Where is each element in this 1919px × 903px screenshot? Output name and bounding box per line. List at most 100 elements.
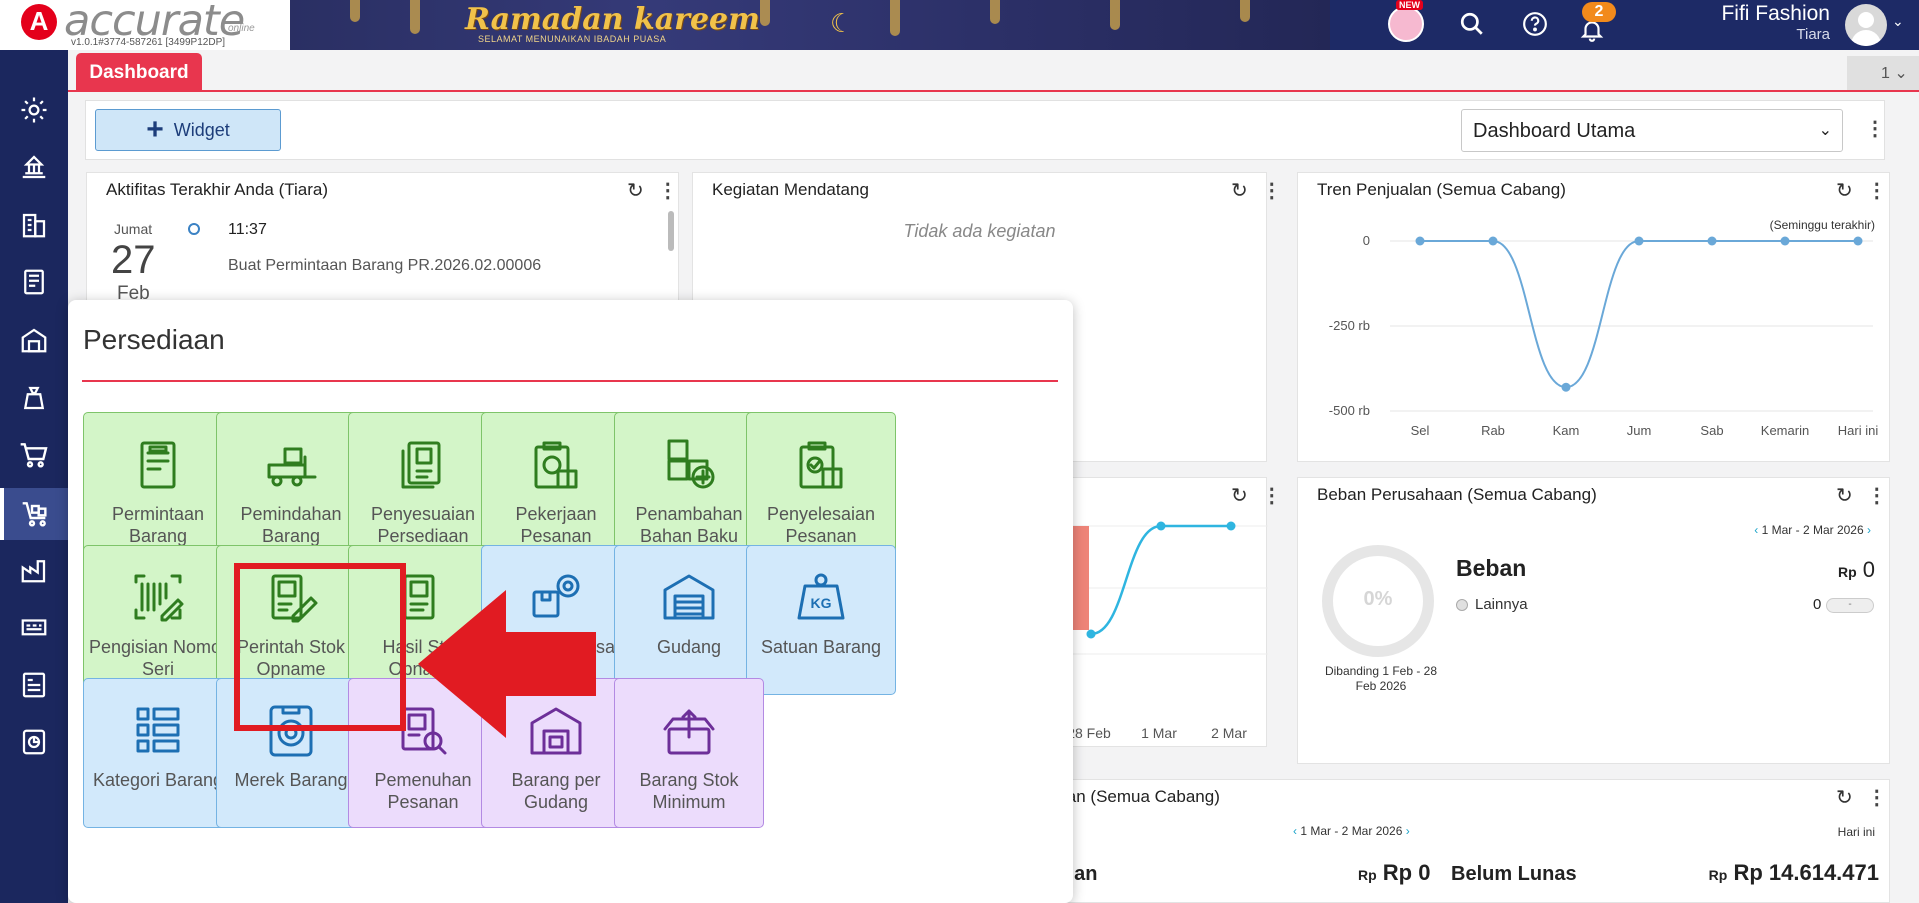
user-avatar[interactable] xyxy=(1845,4,1887,46)
new-badge: NEW xyxy=(1396,0,1423,10)
mascot-avatar-icon[interactable] xyxy=(1388,6,1424,42)
dashboard-select[interactable]: Dashboard Utama ⌄ xyxy=(1461,109,1843,152)
sales-summary-title: ian (Semua Cabang) xyxy=(1063,787,1220,806)
legend-dot xyxy=(1456,599,1468,611)
menu-tile[interactable]: Kategori Barang xyxy=(83,678,233,828)
svg-text:KG: KG xyxy=(811,595,832,611)
expense-range[interactable]: ‹ 1 Mar - 2 Mar 2026 › xyxy=(1754,523,1871,537)
help-icon[interactable] xyxy=(1519,8,1551,40)
data-point xyxy=(1488,236,1498,246)
menu-divider xyxy=(82,380,1058,382)
menu-tile[interactable]: Permintaan Barang xyxy=(83,412,233,562)
x-tick-label: Kam xyxy=(1553,423,1580,438)
menu-tile-label: Barang per Gudang xyxy=(511,770,601,812)
widget-controls: ↻ ⋮ xyxy=(1836,785,1887,810)
barcode-icon xyxy=(128,568,188,628)
summary-right-value: Rp Rp 14.614.471 xyxy=(1709,860,1879,886)
data-point xyxy=(1634,236,1644,246)
menu-tile[interactable]: Pemindahan Barang xyxy=(216,412,366,562)
money-bag-icon[interactable] xyxy=(14,378,54,418)
building-icon[interactable] xyxy=(14,205,54,245)
adjustment-icon xyxy=(393,435,453,495)
cart-icon[interactable] xyxy=(14,435,54,475)
chevron-right-icon[interactable]: › xyxy=(1867,523,1871,537)
scrollbar[interactable] xyxy=(668,211,674,251)
summary-right-label: Belum Lunas xyxy=(1451,863,1577,885)
bank-icon[interactable] xyxy=(14,147,54,187)
menu-title: Persediaan xyxy=(83,324,225,355)
company-name[interactable]: Fifi Fashion xyxy=(1680,2,1830,26)
x-tick-label: Sel xyxy=(1411,423,1430,438)
more-options-icon[interactable]: ⋮ xyxy=(1867,486,1887,506)
menu-tile[interactable]: Gudang xyxy=(614,545,764,695)
menu-tile[interactable]: Penyelesaian Pesanan xyxy=(746,412,896,562)
widget-controls: ↻ ⋮ xyxy=(1231,178,1282,203)
expense-widget: Beban Perusahaan (Semua Cabang) ↻ ⋮ ‹ 1 … xyxy=(1297,477,1890,764)
more-options-icon[interactable]: ⋮ xyxy=(1865,119,1885,139)
menu-tile[interactable]: Barang Stok Minimum xyxy=(614,678,764,828)
chevron-down-icon[interactable]: ⌄ xyxy=(1892,13,1904,30)
chevron-left-icon[interactable]: ‹ xyxy=(1754,523,1758,537)
refresh-icon[interactable]: ↻ xyxy=(1836,483,1853,508)
x-tick-label: Jum xyxy=(1627,423,1652,438)
menu-tile-label: Permintaan Barang xyxy=(111,504,205,546)
menu-tile[interactable]: Pengisian Nomor Seri xyxy=(83,545,233,695)
menu-tile-label: Pekerjaan Pesanan xyxy=(515,504,597,546)
x-tick-label: Hari ini xyxy=(1838,423,1879,438)
work-order-icon xyxy=(526,435,586,495)
weight-kg-icon: KG xyxy=(791,568,851,628)
menu-tile-label: Barang Stok Minimum xyxy=(639,770,739,812)
search-icon[interactable] xyxy=(1456,8,1488,40)
user-name: Tiara xyxy=(1796,26,1830,43)
tab-dashboard[interactable]: Dashboard xyxy=(76,53,202,91)
report-chart-icon[interactable] xyxy=(14,722,54,762)
settings-icon[interactable] xyxy=(14,90,54,130)
tax-icon[interactable] xyxy=(14,665,54,705)
chevron-right-icon[interactable]: › xyxy=(1406,824,1410,838)
currency-prefix: Rp xyxy=(1708,867,1728,883)
factory-icon[interactable] xyxy=(14,550,54,590)
truck-icon[interactable] xyxy=(14,608,54,648)
inventory-icon[interactable] xyxy=(0,488,68,540)
menu-tile[interactable]: KG Satuan Barang xyxy=(746,545,896,695)
more-options-icon[interactable]: ⋮ xyxy=(1867,788,1887,808)
menu-tile[interactable]: Penambahan Bahan Baku xyxy=(614,412,764,562)
menu-tile-label: Gudang xyxy=(656,637,722,657)
more-options-icon[interactable]: ⋮ xyxy=(1262,181,1282,201)
plus-icon: + xyxy=(146,113,164,146)
menu-tile-label: Penyesuaian Persediaan xyxy=(370,504,476,546)
refresh-icon[interactable]: ↻ xyxy=(627,178,644,203)
expense-range-text: 1 Mar - 2 Mar 2026 xyxy=(1761,523,1864,537)
add-widget-button[interactable]: + Widget xyxy=(95,109,281,151)
ramadan-banner: Ramadan kareem SELAMAT MENUNAIKAN IBADAH… xyxy=(290,0,1330,50)
asset-icon[interactable] xyxy=(14,320,54,360)
app-logo[interactable]: A accurate online v1.0.1#3774-587261 [34… xyxy=(0,0,290,50)
summary-right-amount: Rp 14.614.471 xyxy=(1733,860,1879,885)
expense-item-label: Lainnya xyxy=(1475,596,1528,613)
more-options-icon[interactable]: ⋮ xyxy=(658,181,678,201)
data-point xyxy=(1707,236,1717,246)
currency-prefix: Rp xyxy=(1837,564,1857,580)
menu-tile[interactable]: Pekerjaan Pesanan xyxy=(481,412,631,562)
tab-count-dropdown[interactable]: 1 ⌄ xyxy=(1847,56,1919,90)
order-complete-icon xyxy=(791,435,851,495)
dashboard-toolbar: + Widget Dashboard Utama ⌄ ⋮ xyxy=(85,100,1885,160)
expense-title: Beban Perusahaan (Semua Cabang) xyxy=(1317,485,1597,504)
refresh-icon[interactable]: ↻ xyxy=(1231,178,1248,203)
refresh-icon[interactable]: ↻ xyxy=(1836,785,1853,810)
menu-tile-label: Penyelesaian Pesanan xyxy=(766,504,876,546)
ledger-icon[interactable] xyxy=(14,262,54,302)
activity-desc[interactable]: Buat Permintaan Barang PR.2026.02.00006 xyxy=(228,257,541,275)
data-point xyxy=(1156,521,1166,531)
chevron-left-icon[interactable]: ‹ xyxy=(1293,824,1297,838)
x-tick-label: 1 Mar xyxy=(1141,725,1177,741)
expense-percent: 0% xyxy=(1363,588,1393,610)
summary-range[interactable]: ‹ 1 Mar - 2 Mar 2026 › xyxy=(1293,824,1410,838)
sidebar xyxy=(0,50,68,903)
data-point xyxy=(1780,236,1790,246)
summary-left-amount: Rp 0 xyxy=(1382,860,1431,885)
menu-tile[interactable]: Penyesuaian Persediaan xyxy=(348,412,498,562)
y-tick-label: -500 rb xyxy=(1329,403,1370,418)
expense-label: Beban xyxy=(1456,555,1527,581)
highlight-box xyxy=(234,563,406,731)
